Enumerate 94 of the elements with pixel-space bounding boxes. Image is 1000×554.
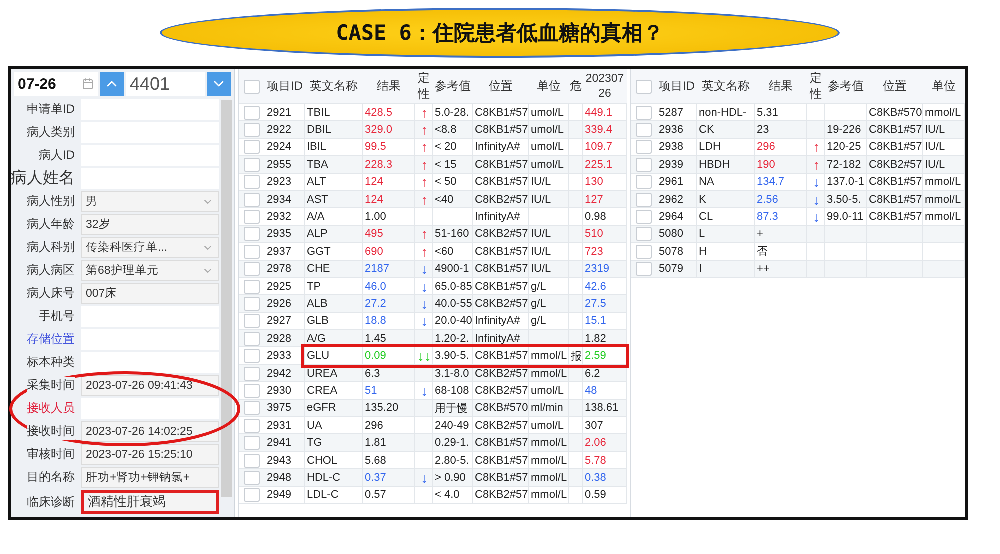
item-name-cell: I: [697, 260, 755, 278]
row-checkbox[interactable]: [636, 262, 652, 276]
column-header[interactable]: 结果: [377, 78, 401, 95]
field-label: 存储位置: [27, 331, 75, 348]
location-cell: C8KB2#57: [473, 486, 529, 504]
row-checkbox[interactable]: [244, 349, 260, 364]
row-checkbox[interactable]: [244, 436, 260, 450]
row-checkbox[interactable]: [244, 192, 260, 207]
column-header[interactable]: 位置: [883, 78, 907, 95]
calendar-icon[interactable]: [82, 78, 94, 90]
row-checkbox[interactable]: [244, 366, 260, 381]
row-checkbox[interactable]: [636, 106, 652, 120]
column-header[interactable]: 英文名称: [310, 78, 358, 95]
reference-cell: < 4.0: [433, 486, 473, 504]
column-header[interactable]: 单位: [932, 78, 956, 95]
row-checkbox[interactable]: [636, 210, 652, 224]
text-area[interactable]: 酒精性肝衰竭: [81, 490, 219, 514]
row-checkbox[interactable]: [636, 192, 652, 207]
row-checkbox[interactable]: [244, 280, 260, 294]
column-header[interactable]: 单位: [537, 78, 561, 95]
text-field[interactable]: [81, 352, 219, 373]
field-label: 病人床号: [27, 285, 75, 302]
previous-button[interactable]: [100, 72, 124, 96]
row-checkbox[interactable]: [244, 140, 260, 154]
slide-title: CASE 6：住院患者低血糖的真相？: [160, 8, 840, 58]
column-header[interactable]: 20230726: [585, 72, 625, 102]
column-header[interactable]: 危: [570, 78, 582, 95]
select-field[interactable]: 第68护理单元: [81, 260, 219, 281]
field-label: 标本种类: [27, 354, 75, 371]
row-checkbox[interactable]: [244, 262, 260, 276]
row-checkbox[interactable]: [244, 244, 260, 259]
field-label: 病人ID: [39, 147, 75, 164]
scrollbar[interactable]: [221, 100, 232, 497]
field-label: 审核时间: [27, 446, 75, 463]
row-checkbox[interactable]: [244, 314, 260, 328]
text-field[interactable]: 2023-07-26 15:25:10: [81, 444, 219, 465]
column-header[interactable]: 英文名称: [702, 78, 750, 95]
column-header[interactable]: 项目ID: [267, 78, 303, 95]
text-field[interactable]: 2023-07-26 09:41:43: [81, 375, 219, 396]
row-checkbox[interactable]: [244, 227, 260, 242]
next-button[interactable]: [207, 72, 231, 96]
row-checkbox[interactable]: [244, 332, 260, 346]
result-cell: ++: [755, 260, 807, 278]
select-all-checkbox[interactable]: [636, 80, 652, 94]
date-field[interactable]: 07-26: [14, 72, 98, 96]
row-checkbox[interactable]: [244, 401, 260, 416]
field-label: 病人科别: [27, 239, 75, 256]
column-header[interactable]: 项目ID: [659, 78, 695, 95]
column-header[interactable]: 结果: [769, 78, 793, 95]
row-checkbox[interactable]: [244, 106, 260, 120]
column-header[interactable]: 定性: [810, 70, 822, 102]
row-checkbox[interactable]: [244, 488, 260, 502]
select-field[interactable]: 男: [81, 191, 219, 212]
row-checkbox[interactable]: [244, 418, 260, 433]
select-all-checkbox[interactable]: [244, 80, 260, 94]
row-checkbox[interactable]: [244, 158, 260, 172]
row-checkbox[interactable]: [244, 454, 260, 468]
unit-cell: mmol/L: [529, 486, 569, 504]
text-field[interactable]: 肝功+肾功+钾钠氯+: [81, 467, 219, 488]
text-field[interactable]: 32岁: [81, 214, 219, 235]
field-label: 接收人员: [27, 400, 75, 417]
column-header[interactable]: 参考值: [828, 78, 864, 95]
field-label: 病人性别: [27, 193, 75, 210]
item-name-cell: LDL-C: [305, 486, 363, 504]
row-checkbox[interactable]: [636, 175, 652, 190]
row-checkbox[interactable]: [636, 158, 652, 172]
row-checkbox[interactable]: [636, 244, 652, 259]
item-id-cell: 5079: [657, 260, 697, 278]
row-checkbox[interactable]: [244, 123, 260, 138]
text-field[interactable]: 2023-07-26 14:02:25: [81, 421, 219, 442]
row-checkbox[interactable]: [636, 140, 652, 154]
field-label: 临床诊断: [27, 494, 75, 510]
row-checkbox[interactable]: [636, 227, 652, 242]
row-checkbox[interactable]: [244, 210, 260, 224]
field-label: 接收时间: [27, 423, 75, 440]
column-header[interactable]: 参考值: [435, 78, 471, 95]
field-label: 手机号: [39, 308, 75, 325]
select-field[interactable]: 传染科医疗单...: [81, 237, 219, 258]
row-checkbox[interactable]: [636, 123, 652, 138]
result-cell: 0.57: [363, 486, 415, 504]
column-header[interactable]: 位置: [489, 78, 513, 95]
text-field[interactable]: 007床: [81, 283, 219, 304]
field-label: 病人类别: [27, 124, 75, 141]
field-label: 病人年龄: [27, 216, 75, 233]
field-label: 病人病区: [27, 262, 75, 279]
row-checkbox[interactable]: [244, 175, 260, 190]
row-checkbox[interactable]: [244, 384, 260, 398]
previous-result-cell: 0.59: [583, 486, 627, 504]
column-header[interactable]: 定性: [418, 70, 430, 102]
item-id-cell: 2949: [265, 486, 305, 504]
row-checkbox[interactable]: [244, 470, 260, 485]
field-label: 采集时间: [27, 377, 75, 394]
sample-number-field[interactable]: 4401: [126, 72, 205, 96]
row-checkbox[interactable]: [244, 296, 260, 311]
